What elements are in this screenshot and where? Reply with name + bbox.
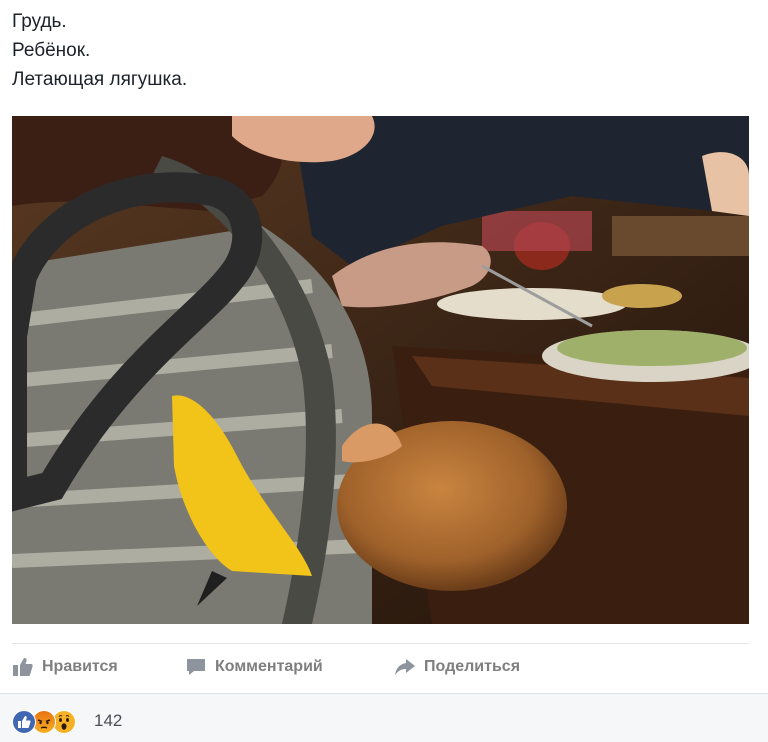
share-label: Поделиться — [424, 658, 521, 675]
reaction-count[interactable]: 142 — [94, 711, 122, 731]
thumbs-up-icon — [12, 657, 34, 677]
like-label: Нравится — [42, 658, 118, 675]
actions-divider — [12, 643, 749, 644]
post-photo[interactable] — [12, 116, 749, 624]
like-icon — [12, 710, 36, 734]
post-text: Грудь. Ребёнок. Летающая лягушка. — [12, 7, 187, 94]
post-text-line: Грудь. — [12, 11, 67, 32]
share-arrow-icon — [394, 657, 416, 677]
post-text-line: Ребёнок. — [12, 40, 91, 61]
facebook-post: Грудь. Ребёнок. Летающая лягушка. Нравит… — [0, 0, 768, 742]
reactions-bar: 142 — [0, 693, 768, 742]
comment-icon — [185, 657, 207, 677]
post-actions: Нравится Комментарий Поделиться — [12, 650, 749, 684]
post-text-line: Летающая лягушка. — [12, 69, 188, 90]
comment-button[interactable]: Комментарий — [185, 650, 323, 684]
comment-label: Комментарий — [215, 658, 323, 675]
share-button[interactable]: Поделиться — [394, 650, 520, 684]
like-button[interactable]: Нравится — [12, 650, 118, 684]
photo-illustration — [12, 116, 749, 624]
